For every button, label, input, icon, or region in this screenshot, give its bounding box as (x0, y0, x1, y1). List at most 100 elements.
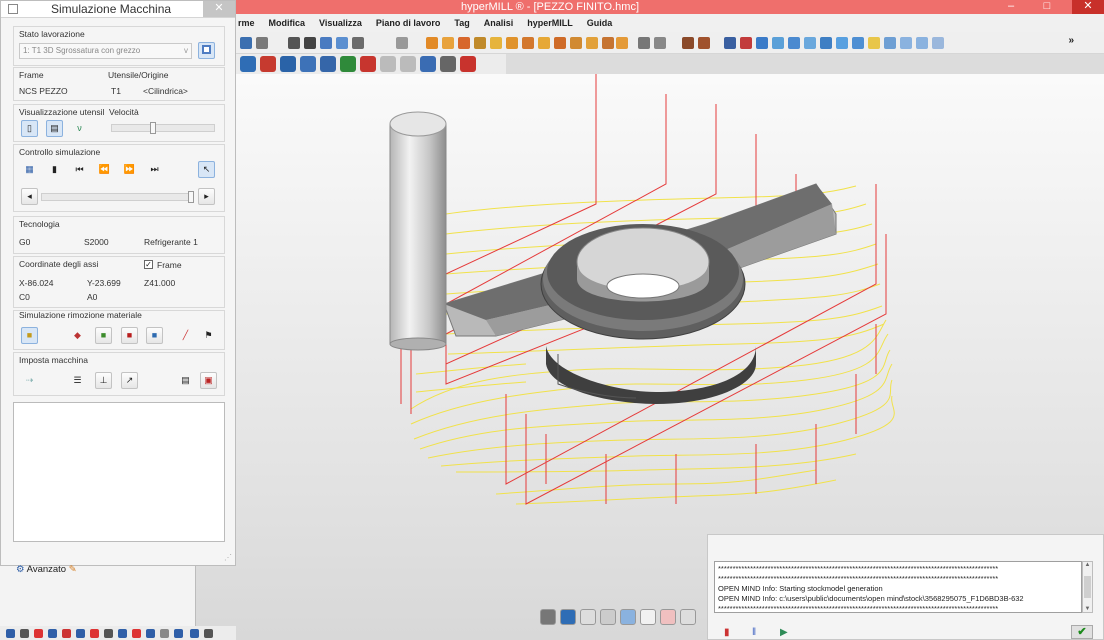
layer-tab-icon[interactable] (20, 629, 29, 638)
timeline-slider[interactable] (41, 191, 194, 203)
stock-export-button[interactable]: ⚑ (200, 327, 217, 344)
snap-icon[interactable] (540, 609, 556, 625)
menu-item-guida[interactable]: Guida (580, 14, 620, 32)
spiral-strategy-icon[interactable] (554, 37, 566, 49)
model-tab-icon[interactable] (76, 629, 85, 638)
draft-analysis-icon[interactable] (740, 37, 752, 49)
surface-tool-icon[interactable] (336, 37, 348, 49)
show-path-button[interactable]: ν (71, 120, 88, 137)
help-icon[interactable] (190, 629, 199, 638)
contour-strategy-icon[interactable] (474, 37, 486, 49)
machine-move-button[interactable]: ↗ (121, 372, 138, 389)
cube-view-icon[interactable] (420, 56, 436, 72)
show-holder-button[interactable]: ▤ (46, 120, 63, 137)
menu-item-modifica[interactable]: Modifica (262, 14, 313, 32)
menu-item-analisi[interactable]: Analisi (477, 14, 521, 32)
browser-tab-icon[interactable] (6, 629, 15, 638)
close-window-button[interactable]: ✕ (1072, 0, 1104, 14)
rectangle-icon[interactable] (900, 37, 912, 49)
edit-tool-icon[interactable] (352, 37, 364, 49)
edit-job-icon[interactable] (320, 56, 336, 72)
radius-icon[interactable] (772, 37, 784, 49)
nc-tab-icon[interactable] (132, 629, 141, 638)
minimize-button[interactable]: – (998, 0, 1024, 14)
sim-pointer-button[interactable]: ↖ (198, 161, 215, 178)
sim-end-button[interactable]: ⏭ (146, 161, 163, 178)
scroll-down-icon[interactable]: ▼ (1083, 606, 1092, 612)
warning-icon[interactable] (460, 56, 476, 72)
resize-grip-icon[interactable]: ⋰ (224, 553, 232, 562)
machine-icon[interactable] (280, 56, 296, 72)
machine-info-button[interactable]: ▤ (177, 372, 194, 389)
timeline-forward-button[interactable]: ▸ (198, 188, 215, 205)
rest-machining-icon[interactable] (522, 37, 534, 49)
machine-list-button[interactable]: ☰ (69, 372, 86, 389)
macro-tab-icon[interactable] (62, 629, 71, 638)
timeline-back-button[interactable]: ◂ (21, 188, 38, 205)
stock-color-button[interactable]: ◆ (69, 327, 86, 344)
scroll-up-icon[interactable]: ▲ (1083, 562, 1092, 568)
stato-lavorazione-select[interactable]: 1: T1 3D Sgrossatura con grezzo v (19, 43, 192, 59)
sim-stop-button[interactable]: ▮ (46, 161, 63, 178)
probe-icon[interactable] (680, 609, 696, 625)
magnet-icon[interactable] (440, 56, 456, 72)
report-icon[interactable] (400, 56, 416, 72)
curve-tool-icon[interactable] (320, 37, 332, 49)
timeline-slider-thumb[interactable] (188, 191, 194, 203)
macro-icon[interactable] (654, 37, 666, 49)
ok-button[interactable]: ✔ (1071, 625, 1093, 639)
sim-rewind-button[interactable]: ⏪ (96, 161, 113, 178)
menu-item-visualizza[interactable]: Visualizza (312, 14, 369, 32)
play-console-icon[interactable]: ▶ (780, 627, 788, 638)
five-axis-strategy-icon[interactable] (602, 37, 614, 49)
reset-icon[interactable] (360, 56, 376, 72)
drill-strategy-icon[interactable] (458, 37, 470, 49)
setup-tab-icon[interactable] (146, 629, 155, 638)
slot-strategy-icon[interactable] (570, 37, 582, 49)
sim-forward-button[interactable]: ⏩ (121, 161, 138, 178)
finishing-strategy-icon[interactable] (506, 37, 518, 49)
globe-icon[interactable] (560, 609, 576, 625)
analysis-icon[interactable] (724, 37, 736, 49)
stock-measure-button[interactable]: ╱ (177, 327, 194, 344)
operation-settings-button[interactable] (198, 42, 215, 59)
layer-icon[interactable] (660, 609, 676, 625)
menu-item-forme[interactable]: rme (236, 14, 262, 32)
frame-tab-icon[interactable] (104, 629, 113, 638)
show-tool-button[interactable]: ▯ (21, 120, 38, 137)
pocket-strategy-icon[interactable] (442, 37, 454, 49)
console-scroll-thumb[interactable] (1084, 576, 1091, 598)
stop-console-icon[interactable]: ▮ (724, 627, 730, 638)
line-tool-icon[interactable] (240, 37, 252, 49)
frame-icon[interactable] (884, 37, 896, 49)
draw-icon[interactable] (600, 609, 616, 625)
menu-item-hypermill[interactable]: hyperMILL (520, 14, 580, 32)
grid-plane-icon[interactable] (580, 609, 596, 625)
maximize-button[interactable]: □ (1034, 0, 1060, 14)
stock-compare-button[interactable]: ■ (95, 327, 112, 344)
text-tool-icon[interactable] (288, 37, 300, 49)
brush-icon[interactable] (620, 609, 636, 625)
feature-tab-icon[interactable] (48, 629, 57, 638)
redo-icon[interactable] (380, 56, 396, 72)
options-icon[interactable] (204, 629, 213, 638)
velocita-slider-thumb[interactable] (150, 122, 156, 134)
arc-icon[interactable] (932, 37, 944, 49)
stock-collision-button[interactable]: ■ (121, 327, 138, 344)
stock-model-icon[interactable] (260, 56, 276, 72)
machine-settings-button[interactable]: ▣ (200, 372, 217, 389)
dimension-tool-icon[interactable] (304, 37, 316, 49)
avanzato-item[interactable]: ⚙ Avanzato ✎ (16, 564, 77, 575)
measure-tool-icon[interactable] (396, 37, 408, 49)
machine-view-button[interactable]: ⇢ (21, 372, 38, 389)
sim-start-button[interactable]: ⏮ (71, 161, 88, 178)
tool-db-icon[interactable] (638, 37, 650, 49)
filter-tab-icon[interactable] (160, 629, 169, 638)
roughing-strategy-icon[interactable] (490, 37, 502, 49)
tool-tab-icon[interactable] (34, 629, 43, 638)
plane-icon[interactable] (852, 37, 864, 49)
job-tab-icon[interactable] (118, 629, 127, 638)
velocita-slider[interactable] (111, 122, 215, 134)
highlight-icon[interactable] (868, 37, 880, 49)
model-icon[interactable] (698, 37, 710, 49)
